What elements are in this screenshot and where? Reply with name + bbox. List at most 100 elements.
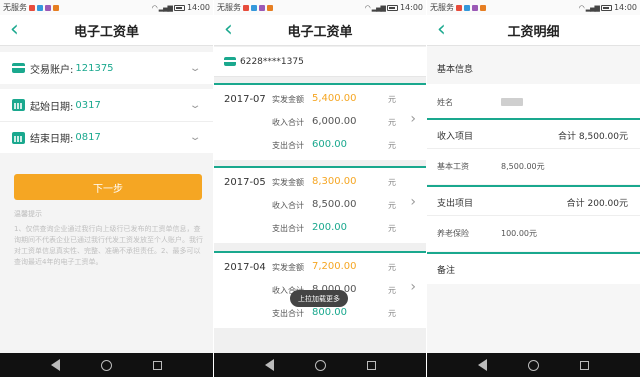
start-date-label: 起始日期:: [30, 101, 74, 113]
calendar-icon: [12, 131, 25, 144]
expense-label: 支出合计: [272, 309, 304, 318]
chevron-right-icon: ›: [410, 111, 416, 127]
card-icon: [12, 63, 25, 73]
expense-amount: 800.00: [312, 307, 347, 318]
expense-label: 支出合计: [272, 224, 304, 233]
expense-amount: 600.00: [312, 139, 347, 150]
account-value: 121375: [75, 62, 114, 74]
expense-amount: 200.00: [312, 222, 347, 233]
base-salary-value: 8,500.00元: [501, 162, 545, 171]
actual-label: 实发金额: [272, 263, 304, 272]
end-date-selector[interactable]: 结束日期: 0817 ⌄: [0, 121, 213, 153]
record-month: 2017-05: [224, 177, 266, 188]
system-nav-bar: [427, 353, 640, 377]
salary-list-screen: 无服务 ◠ ▂▄▆ 14:00 ‹ 电子工资单 6228****1375 201…: [214, 0, 426, 377]
back-arrow-icon[interactable]: ‹: [10, 18, 19, 42]
unit-label: 元: [388, 309, 396, 318]
income-label: 收入合计: [272, 118, 304, 127]
notification-icon: [464, 4, 470, 11]
page-title: 电子工资单: [73, 24, 139, 40]
back-arrow-icon[interactable]: ‹: [224, 18, 233, 42]
notification-icon: [259, 4, 265, 11]
account-number: 6228****1375: [240, 56, 304, 67]
wifi-icon: ◠: [578, 3, 585, 12]
notification-icon: [37, 4, 43, 11]
notification-icon: [472, 4, 478, 11]
notification-icon: [243, 4, 249, 11]
carrier-label: 无服务: [3, 3, 27, 12]
actual-label: 实发金额: [272, 95, 304, 104]
page-title: 电子工资单: [287, 24, 353, 40]
start-date-selector[interactable]: 起始日期: 0317 ⌄: [0, 89, 213, 121]
unit-label: 元: [388, 286, 396, 295]
pension-label: 养老保险: [437, 229, 469, 238]
account-header: 6228****1375: [214, 47, 426, 77]
recents-icon[interactable]: [580, 360, 590, 370]
record-month: 2017-07: [224, 94, 266, 105]
expense-total: 合计 200.00元: [566, 198, 628, 209]
section-title: 基本信息: [437, 64, 474, 75]
account-selector[interactable]: 交易账户: 121375 ⌄: [0, 52, 213, 84]
recents-icon[interactable]: [153, 360, 163, 370]
chevron-right-icon: ›: [410, 194, 416, 210]
actual-amount: 5,400.00: [312, 93, 357, 104]
income-amount: 8,500.00: [312, 199, 357, 210]
system-nav-bar: [0, 353, 213, 377]
recents-icon[interactable]: [366, 360, 376, 370]
status-bar: 无服务 ◠ ▂▄▆ 14:00: [214, 0, 426, 15]
back-icon[interactable]: [477, 359, 487, 371]
notification-icon: [45, 4, 51, 11]
chevron-right-icon: ›: [410, 279, 416, 295]
basic-info-header: 基本信息: [427, 52, 640, 84]
section-title: 收入项目: [437, 131, 474, 142]
home-icon[interactable]: [314, 359, 326, 371]
notification-icon: [29, 4, 35, 11]
load-more-toast: 上拉加载更多: [290, 290, 348, 307]
home-icon[interactable]: [527, 359, 539, 371]
status-bar: 无服务 ◠ ▂▄▆ 14:00: [427, 0, 640, 15]
system-nav-bar: [214, 353, 426, 377]
income-label: 收入合计: [272, 201, 304, 210]
name-row: 姓名: [427, 84, 640, 120]
unit-label: 元: [388, 178, 396, 187]
wifi-icon: ◠: [151, 3, 158, 12]
clock: 14:00: [399, 3, 423, 12]
back-icon[interactable]: [50, 359, 60, 371]
unit-label: 元: [388, 118, 396, 127]
notification-icon: [456, 4, 462, 11]
end-date-label: 结束日期:: [30, 134, 74, 145]
home-icon[interactable]: [100, 359, 112, 371]
back-arrow-icon[interactable]: ‹: [437, 18, 446, 42]
notification-icon: [53, 4, 59, 11]
unit-label: 元: [388, 224, 396, 233]
page-title: 工资明细: [507, 24, 560, 40]
section-title: 支出项目: [437, 198, 474, 209]
chevron-down-icon: ⌄: [188, 132, 202, 143]
carrier-label: 无服务: [430, 3, 454, 12]
app-screens: 无服务 ◠ ▂▄▆ 14:00 ‹ 电子工资单 交易账户: 121375 ⌄ 起…: [0, 0, 640, 377]
wifi-icon: ◠: [364, 3, 371, 12]
nav-bar: ‹ 电子工资单: [214, 15, 426, 46]
notification-icon: [267, 4, 273, 11]
salary-record-card[interactable]: 2017-05 实发金额 8,300.00 元 收入合计 8,500.00 元 …: [214, 166, 426, 243]
notification-icon: [251, 4, 257, 11]
clock: 14:00: [186, 3, 210, 12]
back-icon[interactable]: [264, 359, 274, 371]
nav-bar: ‹ 工资明细: [427, 15, 640, 46]
salary-query-screen: 无服务 ◠ ▂▄▆ 14:00 ‹ 电子工资单 交易账户: 121375 ⌄ 起…: [0, 0, 213, 377]
unit-label: 元: [388, 263, 396, 272]
nav-bar: ‹ 电子工资单: [0, 15, 213, 46]
clock: 14:00: [613, 3, 637, 12]
notes-header: 备注: [427, 252, 640, 284]
carrier-label: 无服务: [217, 3, 241, 12]
salary-record-card[interactable]: 2017-07 实发金额 5,400.00 元 收入合计 6,000.00 元 …: [214, 83, 426, 160]
income-section-header: 收入项目 合计 8,500.00元: [427, 118, 640, 150]
unit-label: 元: [388, 201, 396, 210]
signal-icon: ▂▄▆: [585, 3, 600, 12]
expense-label: 支出合计: [272, 141, 304, 150]
salary-detail-screen: 无服务 ◠ ▂▄▆ 14:00 ‹ 工资明细 基本信息 姓名 收入项目 合计 8…: [427, 0, 640, 377]
status-bar: 无服务 ◠ ▂▄▆ 14:00: [0, 0, 213, 15]
unit-label: 元: [388, 141, 396, 150]
account-label: 交易账户:: [30, 64, 74, 76]
next-button[interactable]: 下一步: [14, 174, 202, 200]
